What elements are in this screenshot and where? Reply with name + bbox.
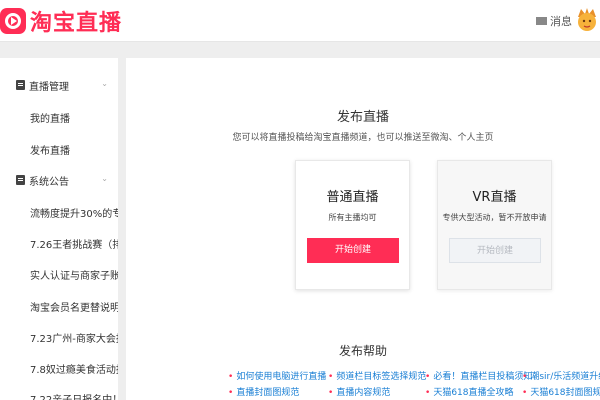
card-description: 所有主播均可 — [328, 213, 377, 222]
sidebar: 直播管理 ⌄ 我的直播 发布直播 系统公告 ⌄ 流畅度提升30%的专属直 7.2… — [0, 58, 118, 400]
sidebar-notice-item[interactable]: 实人认证与商家子账号开 — [30, 267, 118, 282]
top-bar: 淘宝直播 消息 — [0, 0, 600, 42]
page-subtitle: 您可以将直播投稿给淘宝直播频道，也可以推送至微淘、个人主页 — [232, 133, 494, 143]
page-title: 发布直播 — [336, 110, 389, 125]
sidebar-notice-item[interactable]: 7.8奴过瘾美食活动报名 — [30, 361, 118, 376]
normal-live-card: 普通直播 所有主播均可 开始创建 — [295, 160, 410, 290]
chevron-down-icon: ⌄ — [101, 79, 108, 88]
sidebar-section-label: 直播管理 — [29, 81, 69, 93]
start-create-button-disabled: 开始创建 — [449, 238, 541, 263]
document-icon — [16, 175, 25, 185]
sidebar-item-my-live[interactable]: 我的直播 — [30, 110, 118, 125]
sidebar-section-label: 系统公告 — [29, 176, 69, 188]
logo-text: 淘宝直播 — [30, 11, 123, 36]
sidebar-notice-item[interactable]: 7.23广州-商家大会报名 — [30, 330, 118, 345]
help-link[interactable]: • 直播内容规范 — [328, 385, 390, 398]
card-title: VR直播 — [472, 190, 517, 205]
start-create-button[interactable]: 开始创建 — [307, 238, 399, 263]
sidebar-section-live-management[interactable]: 直播管理 ⌄ — [16, 77, 112, 93]
main-panel: 发布直播 您可以将直播投稿给淘宝直播频道，也可以推送至微淘、个人主页 普通直播 … — [126, 58, 600, 400]
mail-icon — [536, 17, 547, 25]
vr-live-card: VR直播 专供大型活动，暂不开放申请 开始创建 — [437, 160, 552, 290]
taobao-live-logo[interactable]: 淘宝直播 — [0, 6, 122, 36]
help-link[interactable]: • 天猫618直播全攻略 — [425, 385, 514, 398]
help-title: 发布帮助 — [338, 344, 387, 358]
chevron-down-icon: ⌄ — [101, 174, 108, 183]
avatar[interactable] — [575, 7, 599, 33]
messages-label: 消息 — [550, 15, 572, 28]
document-icon — [16, 80, 25, 90]
sidebar-notice-item[interactable]: 淘宝会员名更替说明 — [30, 299, 118, 314]
sidebar-item-publish-live[interactable]: 发布直播 — [30, 142, 118, 157]
sidebar-notice-item[interactable]: 流畅度提升30%的专属直 — [30, 205, 118, 220]
sidebar-notice-item[interactable]: 7.22亲子日报名中！ — [30, 391, 118, 400]
card-title: 普通直播 — [326, 190, 379, 205]
card-description: 专供大型活动，暂不开放申请 — [442, 213, 547, 222]
help-link[interactable]: •天猫618封面图规范 — [522, 385, 600, 398]
help-link[interactable]: • 频道栏目标签选择规范 — [328, 369, 426, 382]
help-link[interactable]: • 必看！直播栏目投稿须知 — [425, 369, 532, 382]
help-link[interactable]: • 如何使用电脑进行直播 — [228, 369, 326, 382]
sidebar-section-announcements[interactable]: 系统公告 ⌄ — [16, 172, 112, 188]
play-logo-icon — [0, 8, 26, 34]
help-link[interactable]: • 潮sir/乐活频道升级 — [522, 369, 600, 382]
messages-link[interactable]: 消息 — [536, 13, 572, 29]
help-link[interactable]: • 直播封面图规范 — [228, 385, 299, 398]
sidebar-notice-item[interactable]: 7.26王者挑战赛（排位赛 — [30, 236, 118, 251]
